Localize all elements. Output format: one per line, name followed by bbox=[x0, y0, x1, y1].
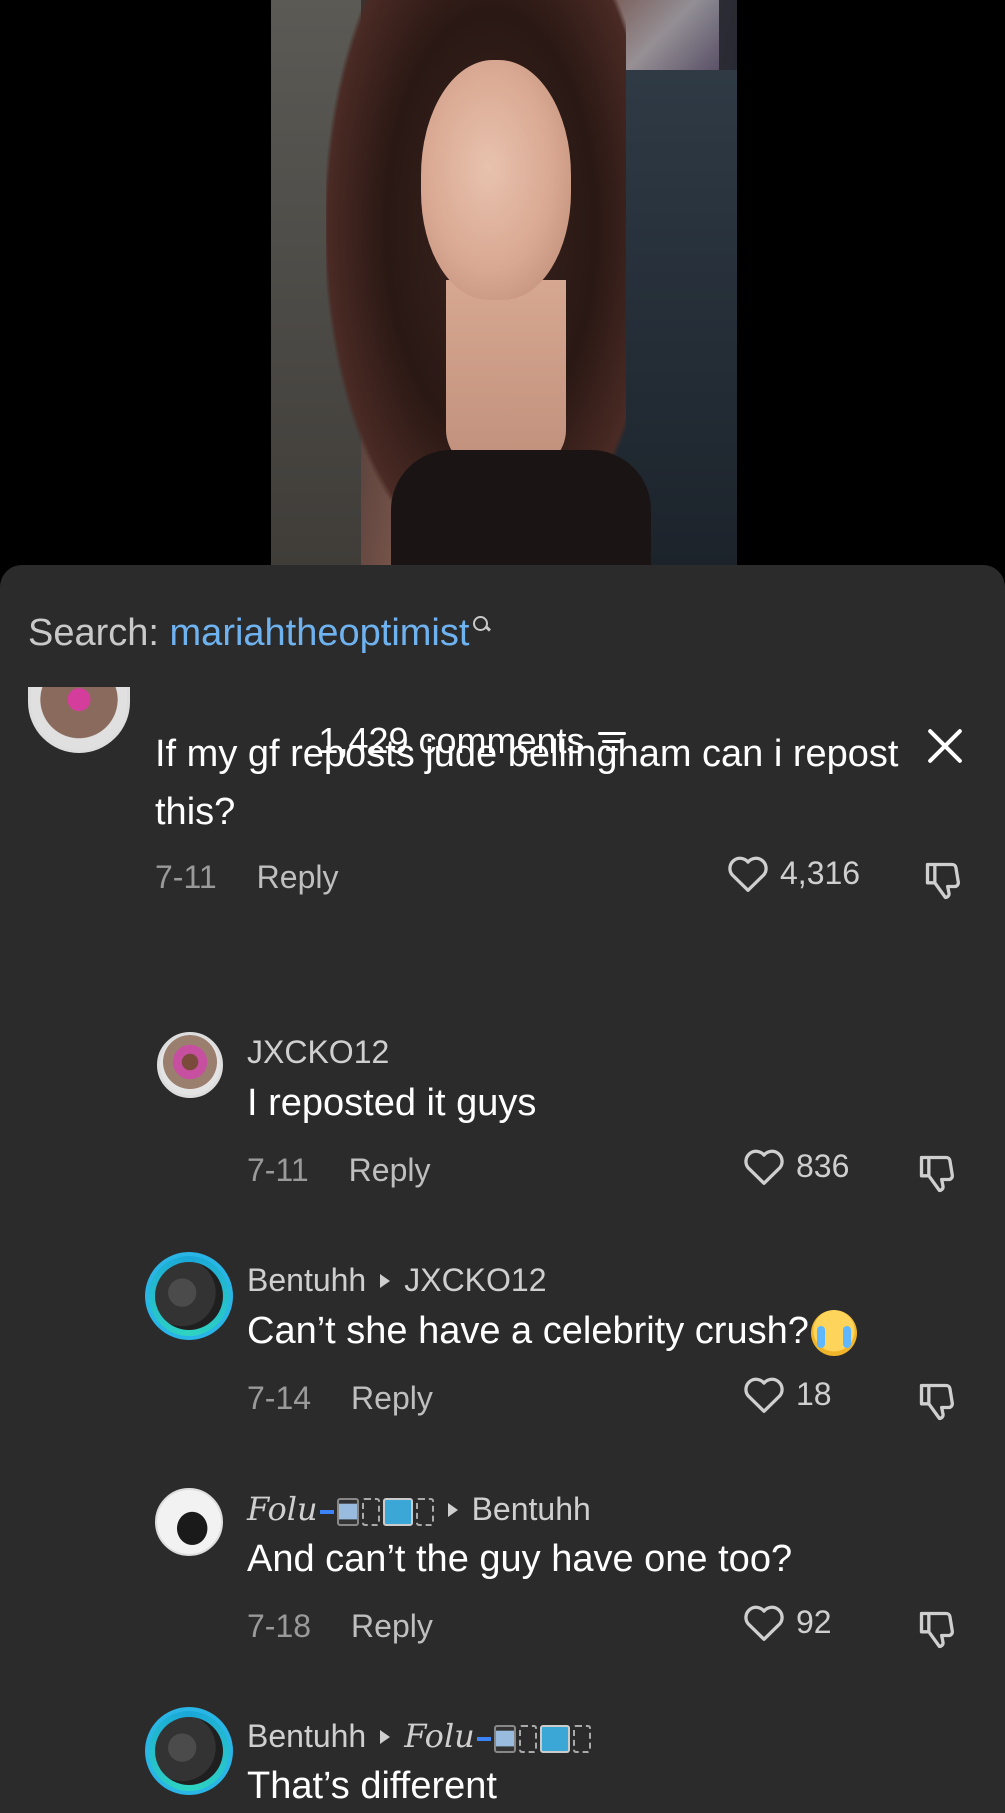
comment-username[interactable]: JXCKO12 bbox=[247, 1034, 389, 1071]
video-thumbnail[interactable] bbox=[271, 0, 737, 565]
search-icon bbox=[471, 612, 491, 636]
dislike-icon[interactable] bbox=[916, 1608, 960, 1652]
comment-text: That’s different bbox=[247, 1765, 497, 1807]
arrow-emoji bbox=[476, 1736, 491, 1741]
video-player[interactable] bbox=[0, 0, 1005, 565]
comment-meta: 7-14 Reply bbox=[247, 1380, 433, 1417]
comment-meta: 7-11 Reply bbox=[155, 859, 338, 896]
figure-emoji bbox=[518, 1724, 537, 1753]
comment-username[interactable]: Bentuhh bbox=[247, 1262, 366, 1298]
person-top bbox=[391, 450, 651, 565]
comment-username[interactable]: Folu bbox=[247, 1490, 318, 1528]
search-label: Search: bbox=[28, 612, 159, 654]
reply-to-username[interactable]: Bentuhh bbox=[472, 1491, 591, 1527]
search-term-link[interactable]: mariahtheoptimist bbox=[170, 612, 470, 654]
search-suggestion[interactable]: Search: mariahtheoptimist bbox=[28, 612, 491, 655]
avatar-story-ring[interactable] bbox=[145, 1707, 233, 1795]
dislike-icon[interactable] bbox=[922, 859, 966, 903]
avatar-story-ring[interactable] bbox=[145, 1252, 233, 1340]
heart-icon bbox=[742, 1146, 786, 1186]
reply-button[interactable]: Reply bbox=[351, 1380, 433, 1416]
comments-sheet: Search: mariahtheoptimist 1,429 comments… bbox=[0, 565, 1005, 1813]
phone-emoji bbox=[493, 1724, 516, 1753]
reply-arrow-icon bbox=[447, 1503, 458, 1518]
reply-button[interactable]: Reply bbox=[351, 1608, 433, 1644]
comment-date: 7-11 bbox=[247, 1152, 309, 1188]
like-count: 836 bbox=[796, 1147, 850, 1184]
like-count: 4,316 bbox=[780, 854, 861, 891]
person-neck bbox=[446, 280, 566, 470]
reply-to-username[interactable]: Folu bbox=[404, 1717, 475, 1755]
avatar[interactable] bbox=[155, 1488, 223, 1556]
comment-date: 7-18 bbox=[247, 1608, 312, 1644]
heart-icon bbox=[742, 1374, 786, 1414]
comment-text: And can’t the guy have one too? bbox=[247, 1538, 793, 1580]
reply-to-username[interactable]: JXCKO12 bbox=[404, 1262, 546, 1298]
comment-text: I reposted it guys bbox=[247, 1082, 537, 1124]
figure-emoji bbox=[415, 1497, 434, 1526]
xray-emoji bbox=[539, 1724, 570, 1753]
comment-date: 7-11 bbox=[155, 859, 217, 895]
comment-username[interactable]: Bentuhh bbox=[247, 1718, 366, 1754]
comment-text-row: Can’t she have a celebrity crush? bbox=[247, 1302, 1005, 1360]
comment-meta: 7-18 Reply bbox=[247, 1608, 433, 1645]
reply-button[interactable]: Reply bbox=[349, 1152, 431, 1188]
figure-emoji bbox=[361, 1497, 380, 1526]
avatar[interactable] bbox=[157, 1032, 223, 1098]
like-button[interactable]: 4,316 bbox=[726, 853, 860, 893]
reply-usernames: Bentuhh JXCKO12 bbox=[247, 1262, 547, 1299]
like-count: 92 bbox=[796, 1603, 832, 1640]
heart-icon bbox=[742, 1602, 786, 1642]
comment-date: 7-14 bbox=[247, 1380, 312, 1416]
crying-face-emoji bbox=[810, 1309, 857, 1356]
dislike-icon[interactable] bbox=[916, 1380, 960, 1424]
phone-emoji bbox=[336, 1497, 359, 1526]
person-face bbox=[421, 60, 571, 300]
arrow-emoji bbox=[319, 1509, 334, 1514]
comment-text: If my gf reposts jude bellingham can i r… bbox=[155, 733, 899, 833]
reply-arrow-icon bbox=[380, 1274, 391, 1289]
figure-emoji bbox=[572, 1724, 591, 1753]
like-button[interactable]: 92 bbox=[742, 1602, 832, 1642]
dislike-icon[interactable] bbox=[916, 1152, 960, 1196]
like-button[interactable]: 18 bbox=[742, 1374, 832, 1414]
reply-arrow-icon bbox=[380, 1730, 391, 1745]
like-count: 18 bbox=[796, 1375, 832, 1412]
comment-meta: 7-11 Reply bbox=[247, 1152, 430, 1189]
reply-button[interactable]: Reply bbox=[257, 859, 339, 895]
comment-text: Can’t she have a celebrity crush? bbox=[247, 1310, 809, 1352]
reply-usernames: Bentuhh Folu bbox=[247, 1717, 591, 1755]
reply-usernames: Folu Bentuhh bbox=[247, 1490, 591, 1528]
like-button[interactable]: 836 bbox=[742, 1146, 849, 1186]
xray-emoji bbox=[382, 1497, 413, 1526]
heart-icon bbox=[726, 853, 770, 893]
